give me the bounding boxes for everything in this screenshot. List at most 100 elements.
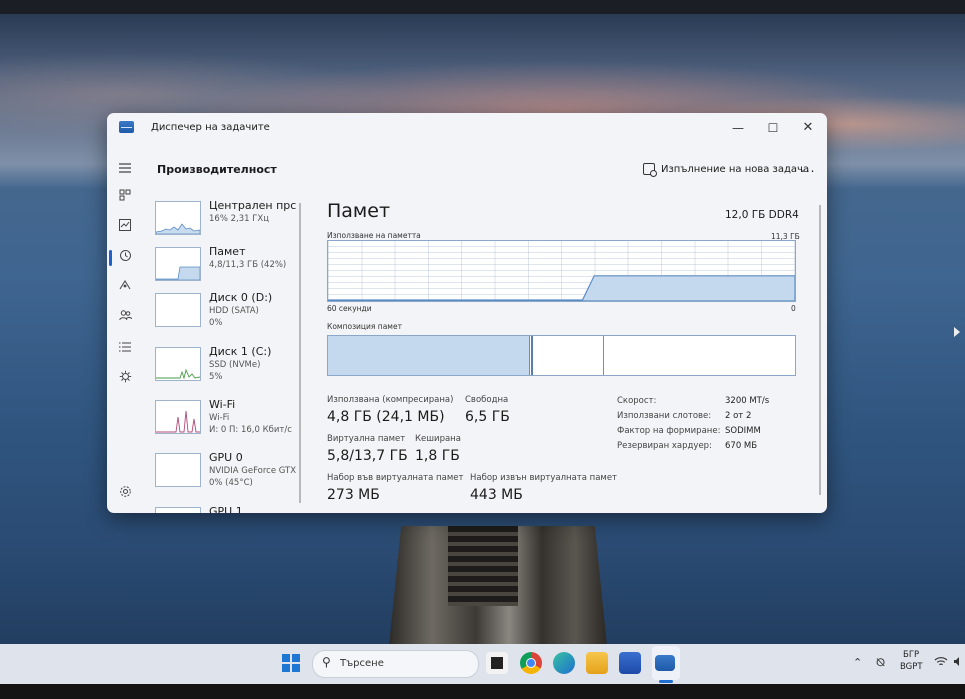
memory-composition-bar[interactable] (327, 335, 796, 376)
composition-in-use (328, 336, 530, 375)
speaker-icon[interactable] (953, 656, 963, 670)
resource-item-memory[interactable]: Памет 4,8/11,3 ГБ (42%) (153, 243, 299, 293)
resource-name: GPU 0 (209, 451, 243, 464)
memory-usage-svg (328, 275, 795, 301)
resource-item-cpu[interactable]: Централен прс 16% 2,31 ГХц (153, 197, 299, 247)
run-new-task-button[interactable]: Изпълнение на нова задача (643, 163, 810, 177)
resource-item-gpu-0[interactable]: GPU 0 NVIDIA GeForce GTX 0% (45°C) (153, 449, 299, 499)
processes-icon[interactable] (116, 189, 134, 207)
window-title: Диспечер на задачите (151, 122, 270, 133)
wifi-mini-graph (155, 400, 201, 434)
spec-reserved-label: Резервиран хардуер: (617, 441, 712, 451)
stat-committed-value: 5,8/13,7 ГБ (327, 448, 408, 464)
performance-icon[interactable] (116, 219, 134, 237)
resource-detail: HDD (SATA) (209, 306, 259, 316)
run-task-icon (643, 163, 657, 177)
active-app-indicator (659, 680, 673, 683)
stat-nonpaged-pool: Набор извън виртуалната памет 443 МБ (470, 473, 617, 503)
close-button[interactable]: ✕ (791, 117, 825, 139)
more-options-button[interactable]: ... (801, 161, 815, 175)
location-off-icon[interactable]: ⦰ (876, 656, 885, 670)
edge-icon[interactable] (553, 652, 575, 674)
spec-reserved-value: 670 МБ (725, 441, 758, 451)
search-placeholder: Търсене (340, 658, 384, 669)
memory-details-pane: Памет 12,0 ГБ DDR4 Използване на паметта… (307, 197, 827, 513)
start-button[interactable] (282, 654, 300, 672)
resource-name: Централен прс (209, 199, 297, 212)
settings-icon[interactable] (116, 485, 134, 503)
stat-paged-pool: Набор във виртуалната памет 273 МБ (327, 473, 463, 503)
resource-name: Диск 0 (D:) (209, 291, 273, 304)
stat-nonpaged-label: Набор извън виртуалната памет (470, 473, 617, 483)
stat-available: Свободна 6,5 ГБ (465, 395, 510, 425)
file-explorer-icon[interactable] (586, 652, 608, 674)
composition-label: Композиция памет (327, 322, 402, 331)
memory-usage-graph (327, 240, 796, 302)
language-indicator-line2[interactable]: BGPT (900, 662, 923, 672)
stat-paged-value: 273 МБ (327, 487, 380, 503)
memory-mini-graph (155, 247, 201, 281)
stat-cached-value: 1,8 ГБ (415, 448, 460, 464)
run-new-task-label: Изпълнение на нова задача (661, 163, 810, 175)
store-icon[interactable] (619, 652, 641, 674)
task-manager-taskbar-icon (655, 655, 675, 671)
resource-detail: 16% 2,31 ГХц (209, 214, 270, 224)
stat-cached-label: Кеширана (415, 434, 461, 444)
usage-graph-label: Използване на паметта (327, 231, 421, 240)
taskbar-search[interactable]: ⚲ Търсене (312, 650, 479, 678)
chevron-up-icon[interactable]: ⌃ (853, 656, 862, 669)
spec-slots-label: Използвани слотове: (617, 411, 712, 421)
resource-detail-2: 5% (209, 372, 223, 382)
resource-detail-2: 0% (209, 318, 223, 328)
stat-in-use: Използвана (компресирана) 4,8 ГБ (24,1 М… (327, 395, 453, 425)
resource-detail: 4,8/11,3 ГБ (42%) (209, 260, 287, 270)
resource-item-wifi[interactable]: Wi-Fi Wi-Fi И: 0 П: 16,0 Кбит/с (153, 396, 299, 446)
users-icon[interactable] (116, 309, 134, 327)
page-title: Производителност (157, 163, 277, 176)
chrome-icon[interactable] (520, 652, 542, 674)
resource-item-disk-1[interactable]: Диск 1 (C:) SSD (NVMe) 5% (153, 343, 299, 393)
resource-detail: NVIDIA GeForce GTX (209, 466, 297, 476)
title-bar[interactable]: Диспечер на задачите — ☐ ✕ (107, 113, 827, 143)
resource-item-disk-0[interactable]: Диск 0 (D:) HDD (SATA) 0% (153, 289, 299, 339)
services-icon[interactable] (116, 370, 134, 388)
pier-steps (448, 526, 518, 606)
gpu0-mini-graph (155, 453, 201, 487)
history-icon[interactable] (116, 249, 134, 267)
gpu1-mini-graph (155, 507, 201, 513)
startup-icon[interactable] (116, 279, 134, 297)
cpu-mini-graph (155, 201, 201, 235)
stat-available-value: 6,5 ГБ (465, 409, 510, 425)
resource-detail: SSD (NVMe) (209, 360, 261, 370)
stat-in-use-value: 4,8 ГБ (24,1 МБ) (327, 409, 445, 425)
spec-speed-label: Скорост: (617, 396, 657, 406)
hamburger-icon[interactable] (116, 161, 134, 179)
task-view-icon[interactable] (486, 652, 508, 674)
resource-list: Централен прс 16% 2,31 ГХц Памет 4,8/11,… (153, 197, 299, 513)
maximize-button[interactable]: ☐ (756, 117, 790, 139)
resource-name: GPU 1 (209, 505, 243, 513)
memory-total: 12,0 ГБ DDR4 (725, 209, 799, 221)
resource-name: Диск 1 (C:) (209, 345, 272, 358)
language-indicator-line1[interactable]: БГР (903, 650, 919, 660)
resource-list-scrollbar[interactable] (299, 203, 301, 503)
composition-standby (531, 336, 604, 375)
nav-sidebar (107, 143, 151, 513)
resource-detail-2: 0% (45°C) (209, 478, 253, 488)
details-icon[interactable] (116, 340, 134, 358)
memory-title: Памет (327, 200, 391, 222)
minimize-button[interactable]: — (721, 117, 755, 139)
stat-cached: Кеширана 1,8 ГБ (415, 434, 461, 464)
resource-item-gpu-1[interactable]: GPU 1 (153, 503, 299, 513)
spec-form-factor-value: SODIMM (725, 426, 761, 436)
disk1-mini-graph (155, 347, 201, 381)
main-pane-scrollbar[interactable] (819, 205, 821, 495)
wifi-icon[interactable] (934, 656, 948, 670)
stat-nonpaged-value: 443 МБ (470, 487, 523, 503)
stat-paged-label: Набор във виртуалната памет (327, 473, 464, 483)
graph-time-right: 0 (791, 304, 796, 313)
stat-committed-label: Виртуална памет (327, 434, 406, 444)
stat-committed: Виртуална памет 5,8/13,7 ГБ (327, 434, 408, 464)
spec-form-factor-label: Фактор на формиране: (617, 426, 721, 436)
graph-time-left: 60 секунди (327, 304, 372, 313)
